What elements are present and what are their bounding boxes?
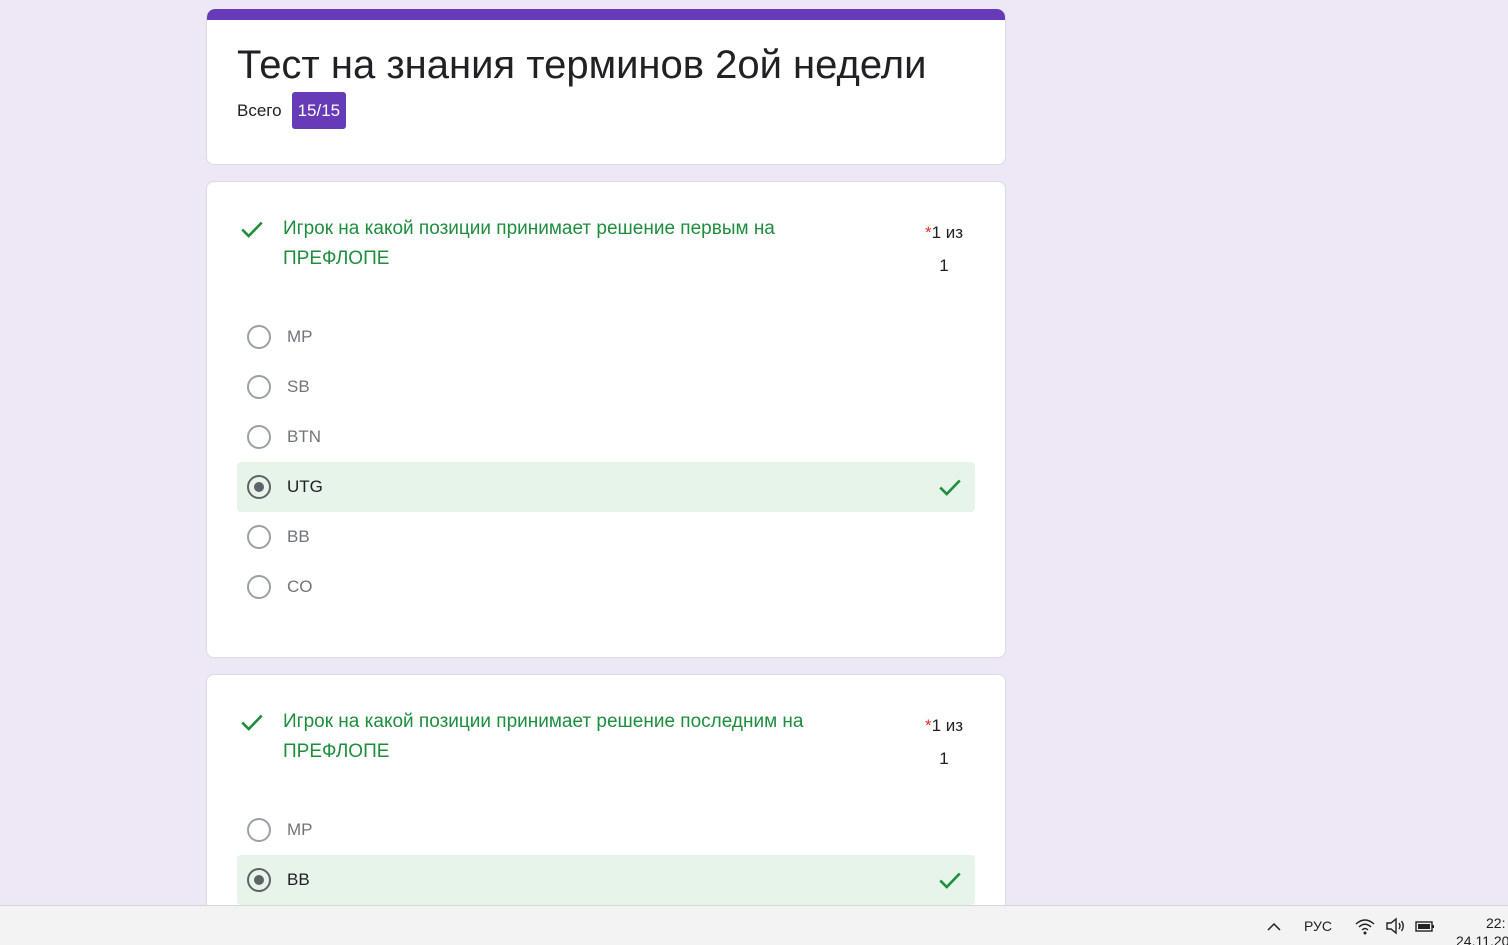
- option-label: MP: [287, 327, 313, 346]
- form-title: Тест на знания терминов 2ой недели: [237, 43, 927, 87]
- question-card: Игрок на какой позиции принимает решение…: [206, 674, 1006, 934]
- option-label: BB: [287, 870, 310, 889]
- clock-date[interactable]: 24.11.20: [1456, 933, 1508, 945]
- option-label: BB: [287, 527, 310, 546]
- points-total: 1: [939, 749, 949, 768]
- question-text: Игрок на какой позиции принимает решение…: [283, 218, 775, 269]
- correct-check-icon: [241, 714, 263, 731]
- points-text: 1 из: [931, 716, 964, 735]
- option-label: CO: [287, 577, 313, 596]
- system-taskbar: РУС 22: 24.11.20: [0, 905, 1508, 945]
- question-text: Игрок на какой позиции принимает решение…: [283, 711, 804, 762]
- radio-button[interactable]: [247, 375, 271, 399]
- form-header-card: Тест на знания терминов 2ой недели Всего…: [206, 9, 1006, 165]
- radio-button[interactable]: [247, 325, 271, 349]
- score-badge: 15/15: [291, 92, 347, 129]
- form-page: Тест на знания терминов 2ой недели Всего…: [206, 9, 1006, 934]
- options-list: MP BB: [237, 805, 975, 905]
- option-item-correct[interactable]: UTG: [237, 462, 975, 512]
- correct-check-icon: [939, 479, 961, 496]
- option-item[interactable]: MP: [237, 805, 975, 855]
- language-indicator[interactable]: РУС: [1304, 918, 1332, 934]
- option-item[interactable]: CO: [237, 562, 975, 612]
- points-total: 1: [939, 256, 949, 275]
- clock-time[interactable]: 22:: [1486, 915, 1505, 931]
- radio-button[interactable]: [247, 425, 271, 449]
- question-header: Игрок на какой позиции принимает решение…: [237, 214, 975, 284]
- required-asterisk: *: [924, 716, 932, 735]
- radio-button[interactable]: [247, 575, 271, 599]
- question-points: *1 из 1: [913, 216, 975, 282]
- total-label: Всего: [237, 100, 282, 120]
- option-label: SB: [287, 377, 310, 396]
- radio-button-selected[interactable]: [247, 868, 271, 892]
- points-text: 1 из: [931, 223, 964, 242]
- option-item[interactable]: MP: [237, 312, 975, 362]
- volume-icon[interactable]: [1384, 916, 1406, 936]
- score-row: Всего 15/15: [237, 92, 347, 129]
- option-label: MP: [287, 820, 313, 839]
- wifi-icon[interactable]: [1354, 916, 1376, 936]
- option-label: UTG: [287, 477, 323, 496]
- correct-check-icon: [939, 872, 961, 889]
- option-label: BTN: [287, 427, 321, 446]
- option-item[interactable]: BTN: [237, 412, 975, 462]
- question-header: Игрок на какой позиции принимает решение…: [237, 707, 975, 777]
- required-asterisk: *: [924, 223, 932, 242]
- correct-check-icon: [241, 221, 263, 238]
- chevron-up-icon[interactable]: [1265, 918, 1283, 936]
- radio-button-selected[interactable]: [247, 475, 271, 499]
- option-item-correct[interactable]: BB: [237, 855, 975, 905]
- header-accent-bar: [207, 9, 1005, 20]
- options-list: MP SB BTN UTG BB CO: [237, 312, 975, 612]
- question-points: *1 из 1: [913, 709, 975, 775]
- radio-button[interactable]: [247, 818, 271, 842]
- option-item[interactable]: SB: [237, 362, 975, 412]
- question-card: Игрок на какой позиции принимает решение…: [206, 181, 1006, 658]
- option-item[interactable]: BB: [237, 512, 975, 562]
- battery-icon[interactable]: [1414, 917, 1436, 935]
- radio-button[interactable]: [247, 525, 271, 549]
